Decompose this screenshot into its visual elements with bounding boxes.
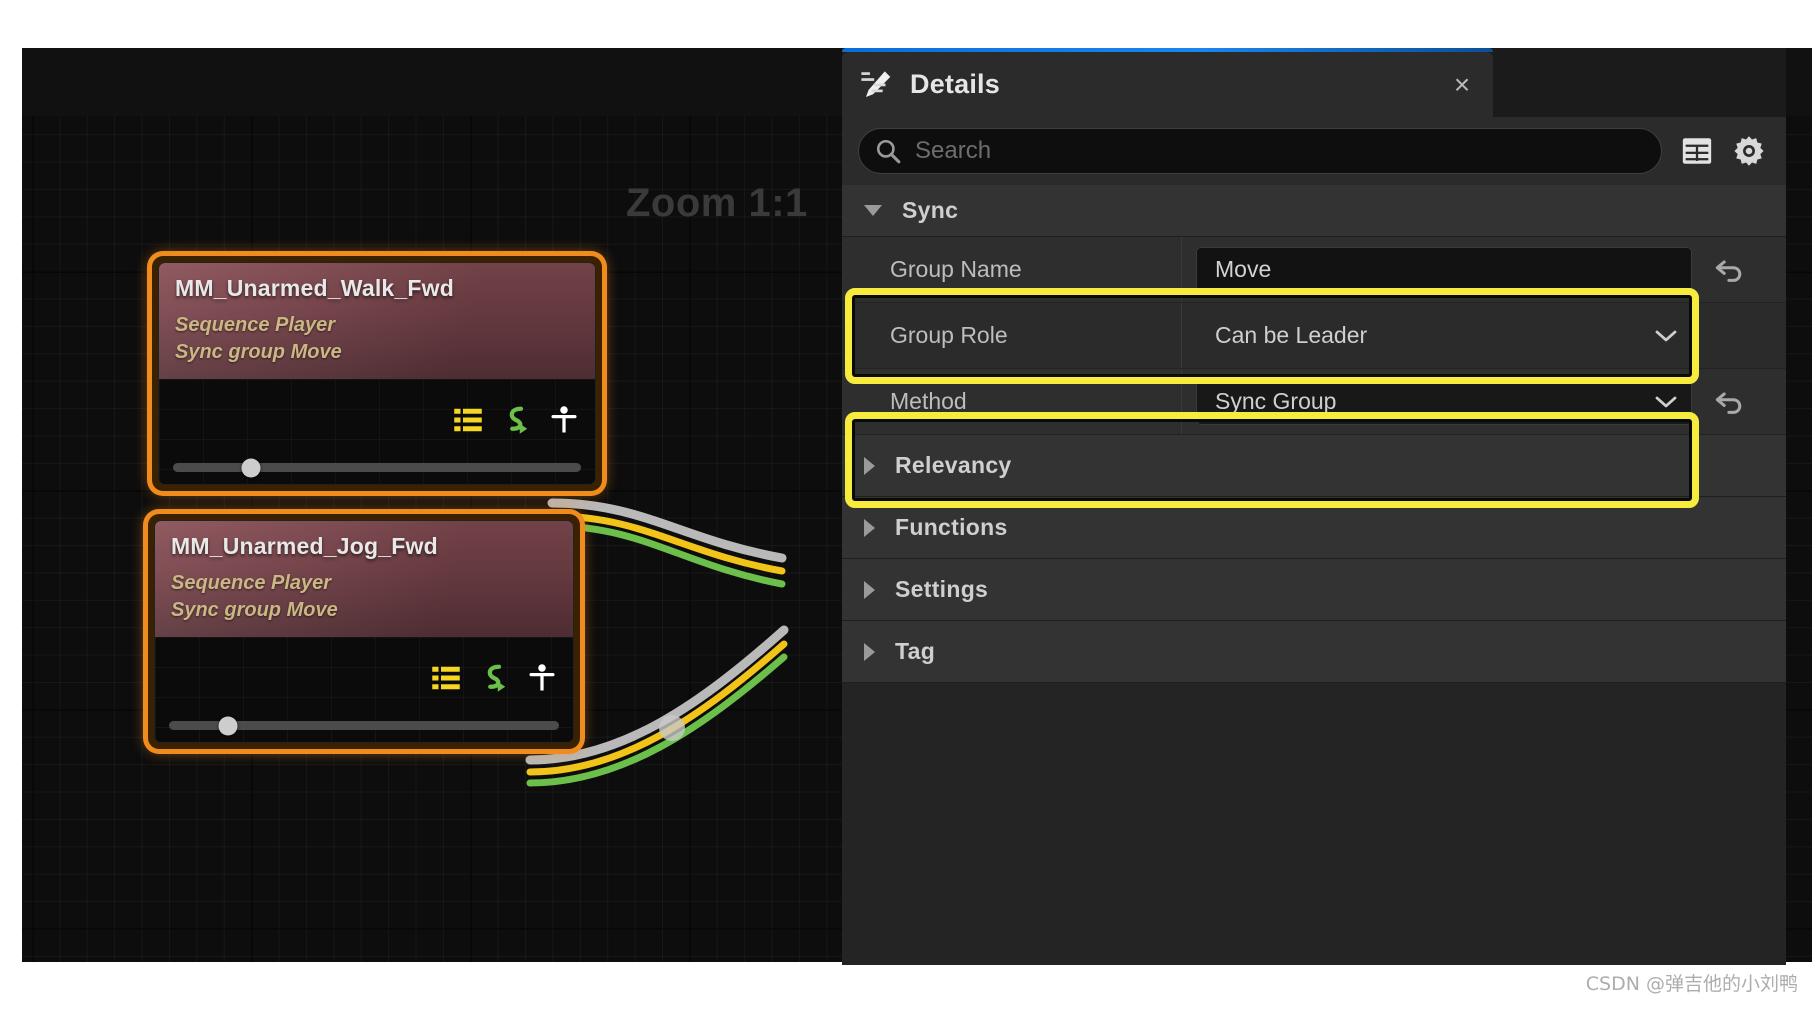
category-row-sync[interactable]: Sync [842, 185, 1786, 237]
tab-label: Details [910, 69, 1000, 99]
reset-slot [1692, 257, 1768, 283]
panel-empty-area [842, 683, 1786, 853]
watermark-text: CSDN @弹吉他的小刘鸭 [1585, 973, 1798, 995]
chevron-right-icon [864, 642, 875, 661]
close-icon[interactable]: × [1447, 70, 1477, 99]
tab-details-content[interactable]: Details × [842, 52, 1493, 117]
details-panel: Details × Search Sync Group Name Move Gr… [842, 48, 1786, 965]
anim-node-walk-fwd[interactable]: MM_Unarmed_Walk_Fwd Sequence Player Sync… [152, 256, 602, 492]
node-time-slider[interactable] [169, 716, 559, 736]
category-row-functions[interactable]: Functions [842, 497, 1786, 559]
node-inner: MM_Unarmed_Walk_Fwd Sequence Player Sync… [158, 262, 596, 486]
method-dropdown[interactable]: Sync Group [1196, 378, 1692, 425]
node-time-slider[interactable] [173, 458, 581, 478]
person-icon[interactable] [527, 663, 557, 693]
search-placeholder: Search [915, 137, 992, 164]
category-row-tag[interactable]: Tag [842, 621, 1786, 683]
category-row-relevancy[interactable]: Relevancy [842, 435, 1786, 497]
search-icon [876, 139, 901, 164]
node-body [159, 379, 595, 485]
node-slider-knob[interactable] [218, 716, 237, 736]
group-role-dropdown[interactable]: Can be Leader [1196, 313, 1692, 359]
node-subtitle-type: Sequence Player [171, 572, 332, 594]
list-icon[interactable] [453, 405, 483, 435]
details-pencil-icon [861, 70, 891, 97]
property-label: Group Name [842, 237, 1182, 302]
details-search-row: Search [842, 117, 1786, 185]
node-slider-knob[interactable] [241, 458, 261, 478]
chevron-right-icon [864, 518, 875, 537]
property-label: Method [842, 369, 1182, 434]
chevron-right-icon [864, 580, 875, 599]
chevron-down-icon [1655, 396, 1677, 407]
person-icon[interactable] [549, 405, 579, 435]
node-subtitle-type: Sequence Player [175, 314, 336, 336]
node-subtitle-syncgroup: Sync group Move [175, 340, 342, 363]
node-icon-row [431, 663, 557, 693]
chevron-down-icon [1655, 330, 1677, 341]
property-row-group-name[interactable]: Group Name Move [842, 237, 1786, 303]
group-role-value: Can be Leader [1215, 322, 1368, 348]
node-title: MM_Unarmed_Jog_Fwd [171, 533, 438, 559]
node-body [155, 637, 573, 743]
property-row-method[interactable]: Method Sync Group [842, 369, 1786, 435]
zoom-level-label: Zoom 1:1 [626, 181, 808, 225]
node-inner: MM_Unarmed_Jog_Fwd Sequence Player Sync … [154, 520, 574, 744]
property-value-container: Move [1182, 237, 1786, 302]
chevron-down-icon [864, 205, 882, 216]
reset-arrow-icon[interactable] [1715, 257, 1745, 283]
category-label: Sync [902, 197, 959, 223]
property-value-container: Sync Group [1182, 369, 1786, 434]
anim-node-jog-fwd[interactable]: MM_Unarmed_Jog_Fwd Sequence Player Sync … [148, 514, 580, 750]
property-value-container: Can be Leader [1182, 303, 1786, 368]
details-tabstrip: Details × [842, 48, 1786, 117]
node-header: MM_Unarmed_Jog_Fwd Sequence Player Sync … [155, 521, 573, 638]
search-input[interactable]: Search [858, 128, 1662, 174]
reset-slot [1692, 389, 1768, 415]
screen-root: Zoom 1:1 MM_Unarmed_Walk_Fwd Sequence Pl… [0, 0, 1815, 1010]
list-icon[interactable] [431, 663, 461, 693]
chevron-right-icon [864, 456, 875, 475]
details-property-list: Sync Group Name Move Group Role Can be L… [842, 185, 1786, 853]
property-label: Group Role [842, 303, 1182, 368]
group-name-input[interactable]: Move [1196, 246, 1692, 293]
property-row-group-role[interactable]: Group Role Can be Leader [842, 303, 1786, 369]
category-label: Functions [895, 514, 1008, 540]
category-label: Relevancy [895, 452, 1012, 478]
node-title: MM_Unarmed_Walk_Fwd [175, 275, 455, 301]
node-subtitle-syncgroup: Sync group Move [171, 598, 338, 621]
table-view-icon[interactable] [1680, 134, 1714, 168]
method-value: Sync Group [1215, 388, 1337, 414]
reset-arrow-icon[interactable] [1715, 389, 1745, 415]
loop-arrow-icon[interactable] [501, 405, 531, 435]
category-label: Settings [895, 576, 989, 602]
category-row-settings[interactable]: Settings [842, 559, 1786, 621]
loop-arrow-icon[interactable] [479, 663, 509, 693]
node-icon-row [453, 405, 579, 435]
category-label: Tag [895, 638, 936, 664]
settings-gear-icon[interactable] [1732, 134, 1766, 168]
node-header: MM_Unarmed_Walk_Fwd Sequence Player Sync… [159, 263, 595, 380]
